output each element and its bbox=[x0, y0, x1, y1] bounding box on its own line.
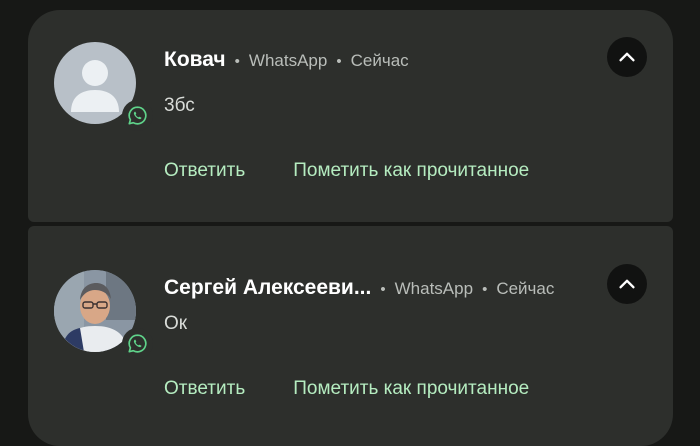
timestamp: Сейчас bbox=[350, 51, 409, 70]
whatsapp-icon bbox=[122, 100, 153, 131]
notification-actions: Ответить Пометить как прочитанное bbox=[164, 160, 529, 182]
sender-name: Сергей Алексееви... bbox=[164, 276, 372, 299]
sender-name: Ковач bbox=[164, 48, 226, 71]
separator-dot: • bbox=[380, 281, 386, 298]
notification-header: Ковач • WhatsApp • Сейчас bbox=[164, 48, 409, 72]
reply-button[interactable]: Ответить bbox=[164, 378, 245, 400]
mark-as-read-button[interactable]: Пометить как прочитанное bbox=[293, 378, 529, 400]
mark-as-read-button[interactable]: Пометить как прочитанное bbox=[293, 160, 529, 182]
reply-button[interactable]: Ответить bbox=[164, 160, 245, 182]
collapse-button[interactable] bbox=[607, 264, 647, 304]
timestamp: Сейчас bbox=[496, 279, 555, 298]
notification-actions: Ответить Пометить как прочитанное bbox=[164, 378, 529, 400]
app-name: WhatsApp bbox=[248, 51, 328, 70]
notification-card-kovach[interactable]: Ковач • WhatsApp • Сейчас 3бс Ответить П… bbox=[28, 10, 673, 222]
app-name: WhatsApp bbox=[394, 279, 474, 298]
separator-dot: • bbox=[234, 53, 240, 70]
whatsapp-icon bbox=[122, 328, 153, 359]
message-text: 3бс bbox=[164, 95, 195, 116]
message-text: Ок bbox=[164, 313, 188, 334]
collapse-button[interactable] bbox=[607, 37, 647, 77]
separator-dot: • bbox=[336, 53, 342, 70]
avatar bbox=[54, 42, 153, 131]
notification-card-sergey[interactable]: Сергей Алексееви... • WhatsApp • Сейчас … bbox=[28, 226, 673, 446]
chevron-up-icon bbox=[619, 279, 635, 289]
notification-header: Сергей Алексееви... • WhatsApp • Сейчас bbox=[164, 276, 554, 300]
separator-dot: • bbox=[482, 281, 488, 298]
chevron-up-icon bbox=[619, 52, 635, 62]
avatar bbox=[54, 270, 153, 359]
